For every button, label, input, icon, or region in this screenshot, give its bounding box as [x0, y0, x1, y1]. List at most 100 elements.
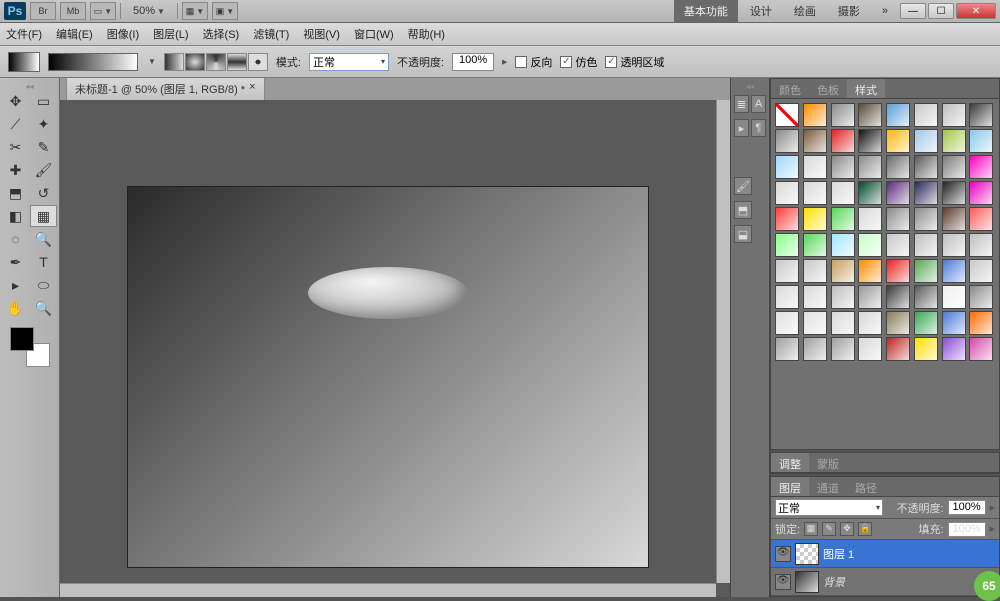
- channels-tab[interactable]: 通道: [809, 477, 847, 496]
- style-swatch[interactable]: [831, 233, 855, 257]
- adjustments-tab[interactable]: 调整: [771, 453, 809, 472]
- gradient-tool[interactable]: ▦: [30, 205, 57, 227]
- style-swatch[interactable]: [942, 129, 966, 153]
- workspace-more[interactable]: »: [872, 2, 898, 20]
- color-tab[interactable]: 颜色: [771, 79, 809, 98]
- style-swatch[interactable]: [914, 155, 938, 179]
- style-swatch[interactable]: [969, 207, 993, 231]
- menu-file[interactable]: 文件(F): [6, 26, 42, 42]
- gradient-linear[interactable]: [164, 53, 184, 71]
- style-swatch[interactable]: [914, 129, 938, 153]
- style-swatch[interactable]: [858, 233, 882, 257]
- character-icon[interactable]: A: [751, 95, 766, 113]
- style-swatch[interactable]: [803, 207, 827, 231]
- style-swatch[interactable]: [775, 311, 799, 335]
- type-tool[interactable]: T: [30, 251, 57, 273]
- style-swatch[interactable]: [969, 181, 993, 205]
- canvas[interactable]: [128, 187, 648, 567]
- workspace-tab-essentials[interactable]: 基本功能: [674, 0, 738, 22]
- history-brush-tool[interactable]: ↺: [30, 182, 57, 204]
- style-swatch[interactable]: [831, 129, 855, 153]
- style-swatch[interactable]: [775, 285, 799, 309]
- style-swatch[interactable]: [775, 337, 799, 361]
- styles-tab[interactable]: 样式: [847, 79, 885, 98]
- style-swatch[interactable]: [969, 259, 993, 283]
- style-swatch[interactable]: [886, 337, 910, 361]
- style-swatch[interactable]: [942, 285, 966, 309]
- menu-view[interactable]: 视图(V): [303, 26, 340, 42]
- heal-tool[interactable]: ✚: [2, 159, 29, 181]
- reverse-checkbox[interactable]: 反向: [515, 54, 552, 70]
- style-swatch[interactable]: [775, 155, 799, 179]
- style-swatch[interactable]: [942, 337, 966, 361]
- style-swatch[interactable]: [831, 207, 855, 231]
- marquee-tool[interactable]: ▭: [30, 90, 57, 112]
- style-swatch[interactable]: [858, 311, 882, 335]
- lock-pixels-icon[interactable]: ✎: [822, 522, 836, 536]
- style-swatch[interactable]: [969, 103, 993, 127]
- style-swatch[interactable]: [831, 337, 855, 361]
- actions-icon[interactable]: ▸: [734, 119, 749, 137]
- menu-select[interactable]: 选择(S): [203, 26, 240, 42]
- zoom-level[interactable]: 50%▼: [125, 5, 173, 17]
- fg-color[interactable]: [10, 327, 34, 351]
- style-swatch[interactable]: [803, 155, 827, 179]
- style-swatch[interactable]: [803, 337, 827, 361]
- crop-tool[interactable]: ✂: [2, 136, 29, 158]
- menu-help[interactable]: 帮助(H): [408, 26, 445, 42]
- menu-edit[interactable]: 编辑(E): [56, 26, 93, 42]
- style-swatch[interactable]: [775, 181, 799, 205]
- maximize-button[interactable]: ☐: [928, 3, 954, 19]
- minibridge-button[interactable]: Mb: [60, 2, 86, 20]
- style-swatch[interactable]: [914, 337, 938, 361]
- style-swatch[interactable]: [831, 181, 855, 205]
- eyedropper-tool[interactable]: ✎: [30, 136, 57, 158]
- style-swatch[interactable]: [803, 285, 827, 309]
- layer-fill-input[interactable]: 100%: [948, 522, 986, 537]
- style-swatch[interactable]: [858, 259, 882, 283]
- pen-tool[interactable]: ✒: [2, 251, 29, 273]
- gradient-reflected[interactable]: [227, 53, 247, 71]
- gradient-preview[interactable]: [48, 53, 138, 71]
- layer-thumbnail[interactable]: [795, 571, 819, 593]
- style-swatch[interactable]: [886, 207, 910, 231]
- style-swatch[interactable]: [831, 103, 855, 127]
- layer-name[interactable]: 背景: [823, 574, 845, 590]
- shape-tool[interactable]: ⬭: [30, 274, 57, 296]
- style-swatch[interactable]: [775, 259, 799, 283]
- path-select-tool[interactable]: ▸: [2, 274, 29, 296]
- style-swatch[interactable]: [858, 207, 882, 231]
- style-swatch[interactable]: [914, 181, 938, 205]
- close-tab-icon[interactable]: ×: [249, 81, 255, 97]
- style-swatch[interactable]: [914, 103, 938, 127]
- minimize-button[interactable]: —: [900, 3, 926, 19]
- style-swatch[interactable]: [886, 311, 910, 335]
- style-swatch[interactable]: [775, 103, 799, 127]
- vertical-scrollbar[interactable]: [716, 100, 730, 583]
- style-swatch[interactable]: [942, 311, 966, 335]
- style-swatch[interactable]: [858, 285, 882, 309]
- layer-opacity-input[interactable]: 100%: [948, 500, 986, 515]
- masks-tab[interactable]: 蒙版: [809, 453, 847, 472]
- style-swatch[interactable]: [858, 155, 882, 179]
- dodge-tool[interactable]: 🔍: [30, 228, 57, 250]
- menu-window[interactable]: 窗口(W): [354, 26, 394, 42]
- style-swatch[interactable]: [942, 233, 966, 257]
- blend-mode-select[interactable]: 正常▾: [309, 53, 389, 71]
- style-swatch[interactable]: [775, 207, 799, 231]
- clone-panel-icon[interactable]: ⬒: [734, 201, 752, 219]
- screenmode-button[interactable]: ▣▼: [212, 2, 238, 20]
- stamp-tool[interactable]: ⬒: [2, 182, 29, 204]
- paragraph-icon[interactable]: ¶: [751, 119, 766, 137]
- bridge-button[interactable]: Br: [30, 2, 56, 20]
- style-swatch[interactable]: [942, 155, 966, 179]
- layers-tab[interactable]: 图层: [771, 477, 809, 496]
- eraser-tool[interactable]: ◧: [2, 205, 29, 227]
- history-icon[interactable]: ≣: [734, 95, 749, 113]
- style-swatch[interactable]: [803, 181, 827, 205]
- layer-blend-select[interactable]: 正常▾: [775, 499, 883, 516]
- style-swatch[interactable]: [969, 155, 993, 179]
- style-swatch[interactable]: [775, 233, 799, 257]
- style-swatch[interactable]: [914, 207, 938, 231]
- workspace-tab-painting[interactable]: 绘画: [784, 0, 826, 22]
